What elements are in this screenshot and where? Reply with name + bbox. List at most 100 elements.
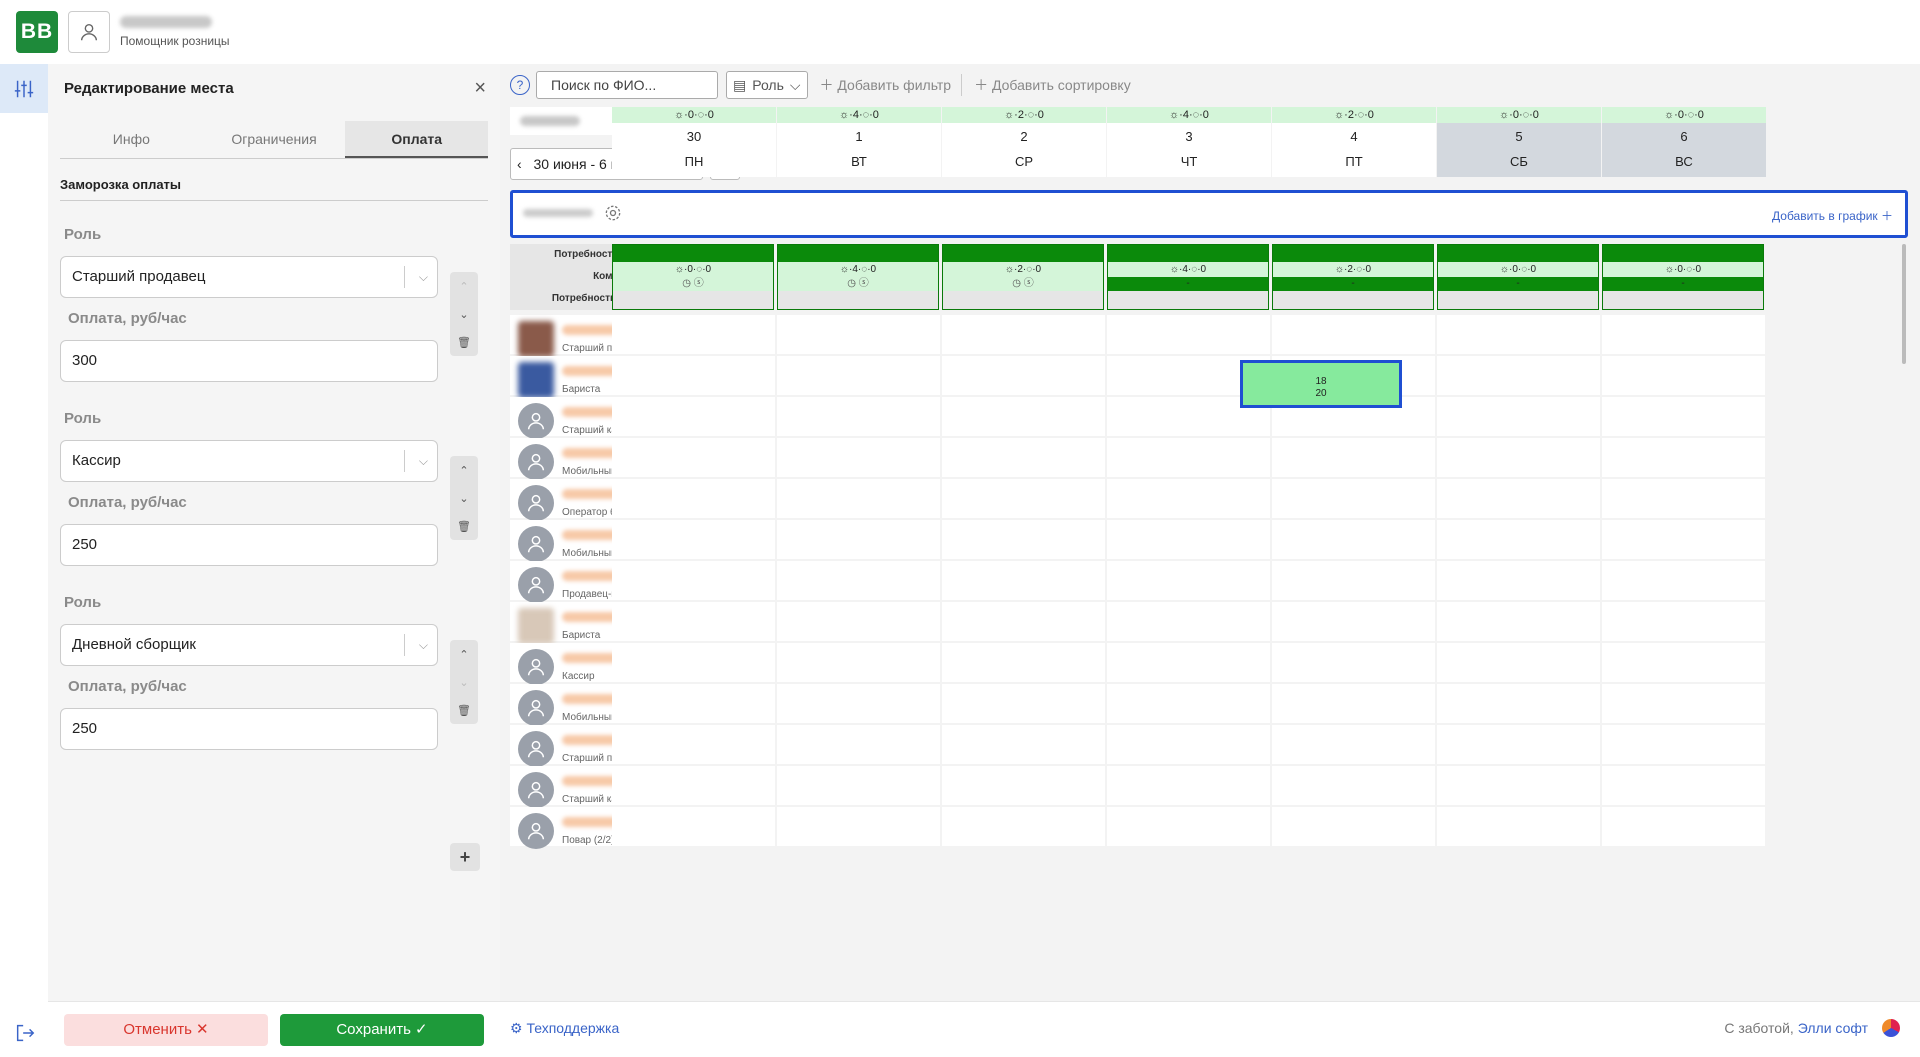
schedule-cell[interactable] [612, 602, 775, 641]
schedule-cell[interactable] [942, 315, 1105, 354]
schedule-cell[interactable] [1107, 561, 1270, 600]
schedule-cell[interactable] [942, 807, 1105, 846]
shift-cell[interactable]: 18 20 [1240, 360, 1402, 408]
schedule-cell[interactable] [1272, 684, 1435, 723]
schedule-cell[interactable] [1272, 643, 1435, 682]
credits-brand[interactable]: Элли софт [1798, 1020, 1868, 1036]
schedule-cell[interactable] [1272, 561, 1435, 600]
schedule-cell[interactable] [777, 561, 940, 600]
schedule-cell[interactable] [1437, 438, 1600, 477]
schedule-cell[interactable] [777, 807, 940, 846]
schedule-cell[interactable] [942, 520, 1105, 559]
schedule-cell[interactable] [942, 766, 1105, 805]
schedule-cell[interactable] [777, 479, 940, 518]
schedule-cell[interactable] [1602, 766, 1765, 805]
schedule-cell[interactable] [1107, 807, 1270, 846]
schedule-cell[interactable] [1107, 520, 1270, 559]
schedule-cell[interactable] [942, 725, 1105, 764]
schedule-cell[interactable] [1107, 479, 1270, 518]
schedule-cell[interactable] [1602, 397, 1765, 436]
role-select[interactable]: Старший продавец ⌵ [60, 256, 438, 298]
schedule-cell[interactable] [942, 684, 1105, 723]
schedule-cell[interactable] [1437, 561, 1600, 600]
schedule-cell[interactable] [1437, 602, 1600, 641]
move-up-icon[interactable]: ⌃ [459, 464, 468, 477]
schedule-cell[interactable] [942, 356, 1105, 395]
logout-button[interactable] [14, 1022, 36, 1047]
scrollbar[interactable] [1902, 244, 1906, 364]
schedule-cell[interactable] [1107, 643, 1270, 682]
schedule-cell[interactable] [1272, 315, 1435, 354]
settings-sliders-button[interactable] [0, 64, 48, 113]
schedule-cell[interactable] [777, 643, 940, 682]
schedule-cell[interactable] [1272, 725, 1435, 764]
schedule-cell[interactable] [1272, 807, 1435, 846]
schedule-cell[interactable] [1602, 602, 1765, 641]
schedule-cell[interactable] [612, 643, 775, 682]
schedule-cell[interactable] [612, 356, 775, 395]
schedule-cell[interactable] [1437, 725, 1600, 764]
schedule-cell[interactable] [1107, 438, 1270, 477]
schedule-cell[interactable] [1272, 520, 1435, 559]
move-up-icon[interactable]: ⌃ [459, 280, 468, 293]
schedule-cell[interactable] [1272, 479, 1435, 518]
tab-info[interactable]: Инфо [60, 121, 203, 158]
add-entry-button[interactable]: + [450, 843, 480, 871]
schedule-cell[interactable] [1602, 684, 1765, 723]
schedule-cell[interactable] [777, 766, 940, 805]
search-input[interactable]: Поиск по ФИО... [536, 71, 718, 99]
trash-icon[interactable]: 🗑 [457, 520, 471, 533]
schedule-cell[interactable] [777, 397, 940, 436]
schedule-cell[interactable] [1272, 438, 1435, 477]
trash-icon[interactable]: 🗑 [457, 704, 471, 717]
schedule-cell[interactable] [1107, 602, 1270, 641]
day-header[interactable]: ☼·0·◌·0 5 СБ [1437, 107, 1601, 177]
schedule-cell[interactable] [777, 438, 940, 477]
schedule-cell[interactable] [1437, 766, 1600, 805]
schedule-cell[interactable] [1437, 807, 1600, 846]
move-down-icon[interactable]: ⌄ [459, 308, 468, 321]
schedule-cell[interactable] [1107, 766, 1270, 805]
schedule-cell[interactable] [1437, 643, 1600, 682]
schedule-cell[interactable] [1272, 602, 1435, 641]
schedule-cell[interactable] [777, 602, 940, 641]
tab-payment[interactable]: Оплата [345, 121, 489, 158]
schedule-cell[interactable] [1437, 356, 1600, 395]
day-header[interactable]: ☼·0·◌·0 30 ПН [612, 107, 776, 177]
schedule-cell[interactable] [777, 520, 940, 559]
schedule-cell[interactable] [1107, 315, 1270, 354]
pay-input[interactable]: 300 [60, 340, 438, 382]
role-select[interactable]: Кассир ⌵ [60, 440, 438, 482]
schedule-cell[interactable] [612, 725, 775, 764]
schedule-cell[interactable] [612, 397, 775, 436]
schedule-cell[interactable] [1602, 479, 1765, 518]
schedule-cell[interactable] [1602, 725, 1765, 764]
schedule-cell[interactable] [777, 725, 940, 764]
schedule-cell[interactable] [942, 643, 1105, 682]
schedule-cell[interactable] [612, 766, 775, 805]
schedule-cell[interactable] [1437, 397, 1600, 436]
add-to-schedule-button[interactable]: Добавить в график ＋ [1772, 207, 1893, 224]
app-logo[interactable]: BB [16, 11, 58, 53]
trash-icon[interactable]: 🗑 [457, 336, 471, 349]
pay-input[interactable]: 250 [60, 524, 438, 566]
chevron-left-icon[interactable]: ‹ [517, 156, 522, 172]
role-filter-dropdown[interactable]: ▤ Роль ⌵ [726, 71, 808, 99]
schedule-cell[interactable] [942, 602, 1105, 641]
close-icon[interactable]: × [474, 77, 486, 100]
schedule-cell[interactable] [942, 397, 1105, 436]
add-filter-button[interactable]: ＋ Добавить фильтр [820, 75, 952, 95]
schedule-cell[interactable] [1602, 561, 1765, 600]
schedule-cell[interactable] [1272, 766, 1435, 805]
schedule-cell[interactable] [1602, 520, 1765, 559]
user-avatar[interactable] [68, 11, 110, 53]
day-header[interactable]: ☼·4·◌·0 1 ВТ [777, 107, 941, 177]
day-header[interactable]: ☼·0·◌·0 6 ВС [1602, 107, 1766, 177]
support-link[interactable]: ⚙ Техподдержка [510, 1020, 619, 1037]
schedule-cell[interactable] [612, 684, 775, 723]
move-down-icon[interactable]: ⌄ [459, 676, 468, 689]
schedule-cell[interactable] [1107, 684, 1270, 723]
schedule-cell[interactable] [612, 807, 775, 846]
role-select[interactable]: Дневной сборщик ⌵ [60, 624, 438, 666]
schedule-cell[interactable] [612, 438, 775, 477]
